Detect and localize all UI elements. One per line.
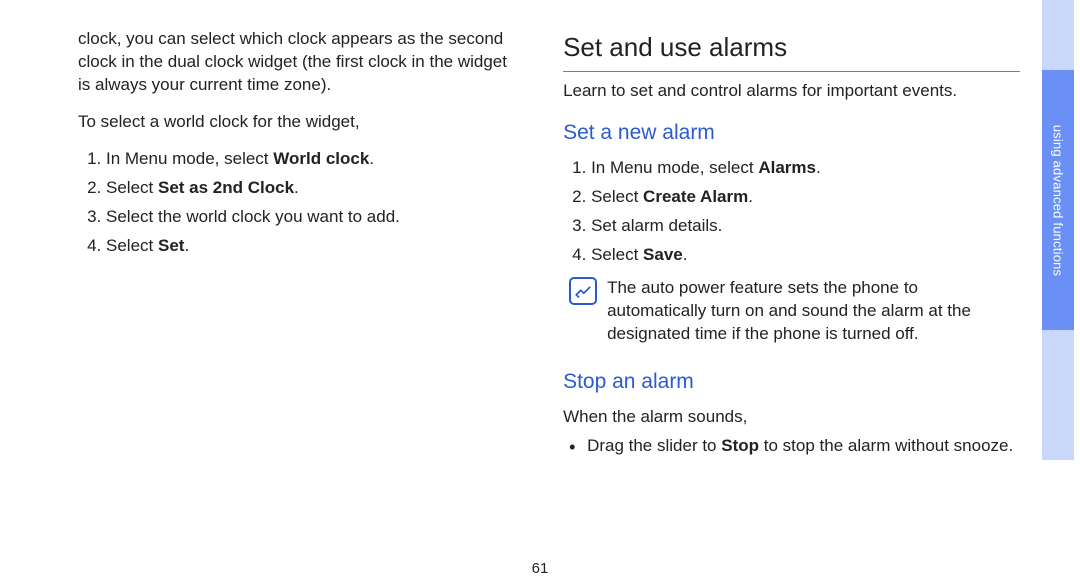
step-text: Select xyxy=(106,236,158,255)
step-text: Select xyxy=(591,187,643,206)
left-lead: To select a world clock for the widget, xyxy=(78,111,515,134)
step-text: Select the world clock you want to add. xyxy=(106,207,400,226)
right-column: Set and use alarms Learn to set and cont… xyxy=(563,28,1020,464)
left-column: clock, you can select which clock appear… xyxy=(78,28,515,464)
section-title: Set and use alarms xyxy=(563,30,1020,72)
tab-top-segment xyxy=(1042,0,1074,70)
step-item: In Menu mode, select Alarms. xyxy=(591,157,1020,180)
set-new-alarm-heading: Set a new alarm xyxy=(563,119,1020,147)
stop-alarm-lead: When the alarm sounds, xyxy=(563,406,1020,429)
step-bold: Set xyxy=(158,236,184,255)
step-item: Select Set. xyxy=(106,235,515,258)
bullet-bold: Stop xyxy=(721,436,759,455)
step-post: . xyxy=(294,178,299,197)
tab-active-segment: using advanced functions xyxy=(1042,70,1074,330)
step-item: In Menu mode, select World clock. xyxy=(106,148,515,171)
note-text: The auto power feature sets the phone to… xyxy=(607,277,1020,346)
step-bold: World clock xyxy=(273,149,369,168)
step-text: Select xyxy=(591,245,643,264)
set-alarm-steps: In Menu mode, select Alarms. Select Crea… xyxy=(563,157,1020,267)
step-bold: Set as 2nd Clock xyxy=(158,178,294,197)
tab-bottom-segment xyxy=(1042,330,1074,460)
step-post: . xyxy=(816,158,821,177)
step-item: Select Set as 2nd Clock. xyxy=(106,177,515,200)
step-text: In Menu mode, select xyxy=(591,158,758,177)
step-item: Select Save. xyxy=(591,244,1020,267)
step-text: Set alarm details. xyxy=(591,216,722,235)
step-bold: Create Alarm xyxy=(643,187,748,206)
tab-label: using advanced functions xyxy=(1051,124,1066,276)
bullet-pre: Drag the slider to xyxy=(587,436,721,455)
step-bold: Alarms xyxy=(758,158,816,177)
manual-page: clock, you can select which clock appear… xyxy=(0,0,1080,585)
step-text: Select xyxy=(106,178,158,197)
step-text: In Menu mode, select xyxy=(106,149,273,168)
page-number: 61 xyxy=(0,560,1080,577)
step-post: . xyxy=(748,187,753,206)
bullet-post: to stop the alarm without snooze. xyxy=(759,436,1013,455)
world-clock-steps: In Menu mode, select World clock. Select… xyxy=(78,148,515,258)
step-post: . xyxy=(369,149,374,168)
step-post: . xyxy=(184,236,189,255)
section-side-tab: using advanced functions xyxy=(1042,0,1074,460)
bullet-item: Drag the slider to Stop to stop the alar… xyxy=(569,435,1020,458)
step-bold: Save xyxy=(643,245,683,264)
step-item: Select the world clock you want to add. xyxy=(106,206,515,229)
stop-alarm-heading: Stop an alarm xyxy=(563,368,1020,396)
note-block: The auto power feature sets the phone to… xyxy=(563,277,1020,346)
note-icon xyxy=(569,277,597,305)
step-post: . xyxy=(683,245,688,264)
step-item: Select Create Alarm. xyxy=(591,186,1020,209)
content-columns: clock, you can select which clock appear… xyxy=(0,0,1080,464)
stop-alarm-bullets: Drag the slider to Stop to stop the alar… xyxy=(563,435,1020,458)
right-intro: Learn to set and control alarms for impo… xyxy=(563,80,1020,103)
step-item: Set alarm details. xyxy=(591,215,1020,238)
left-intro-paragraph: clock, you can select which clock appear… xyxy=(78,28,515,97)
